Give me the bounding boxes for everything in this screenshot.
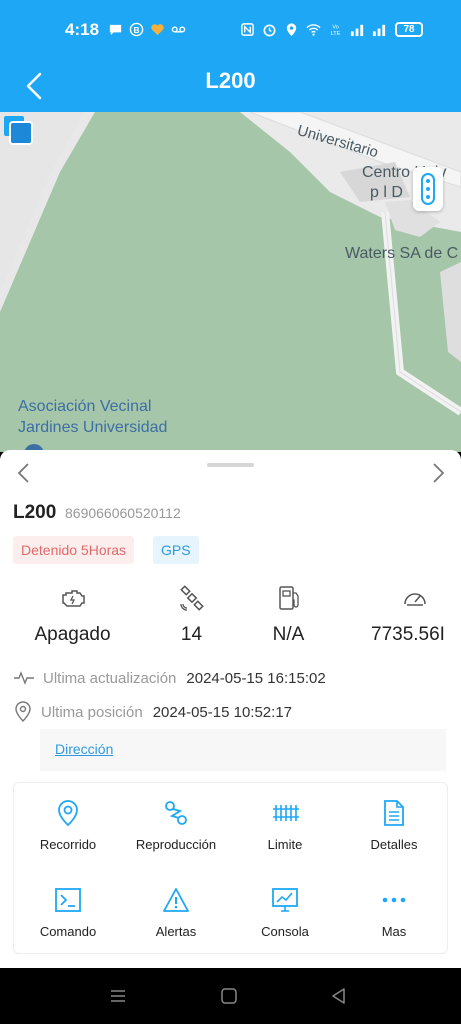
notification-icons: B — [108, 22, 186, 37]
satellite-icon — [179, 585, 204, 611]
speedometer-icon — [404, 593, 426, 606]
nfc-icon — [241, 23, 254, 36]
status-bar: 4:18 B Vo LTE 78 — [0, 0, 461, 60]
signal-icon — [350, 24, 364, 37]
action-comando[interactable]: Comando — [14, 886, 122, 956]
engine-icon — [61, 590, 85, 607]
metric-engine: Apagado — [15, 584, 130, 646]
last-position-label: Ultima posición — [41, 703, 143, 721]
signal2-icon — [372, 24, 386, 37]
voicemail-icon — [171, 26, 186, 33]
back-icon[interactable] — [329, 986, 349, 1006]
system-nav-bar — [0, 968, 461, 1024]
last-update-row: Ultima actualización 2024-05-15 16:15:02 — [13, 666, 326, 690]
action-label: Reproducción — [135, 837, 217, 852]
message-icon — [109, 24, 122, 36]
fuel-icon — [278, 586, 299, 610]
vehicle-name: L200 — [13, 502, 57, 523]
document-icon — [384, 800, 404, 826]
volte-icon: VoLTE — [331, 25, 341, 37]
map-label-waters: Waters SA de C — [345, 245, 459, 262]
action-label: Recorrido — [39, 837, 97, 852]
action-mas[interactable]: Mas — [340, 886, 448, 956]
engine-value: Apagado — [34, 624, 111, 645]
more-icon — [382, 897, 406, 903]
location-icon — [286, 23, 297, 37]
action-label: Mas — [381, 924, 407, 939]
app-bar: L200 — [0, 60, 461, 112]
recent-apps-icon[interactable] — [108, 986, 128, 1006]
terminal-icon — [55, 888, 81, 912]
traffic-button[interactable] — [413, 167, 443, 211]
route-icon — [165, 801, 187, 825]
action-alertas[interactable]: Alertas — [122, 886, 230, 956]
action-reproduccion[interactable]: Reproducción — [122, 799, 230, 869]
activity-icon — [14, 671, 34, 685]
action-detalles[interactable]: Detalles — [340, 799, 448, 869]
address-link[interactable]: Dirección — [55, 741, 113, 757]
action-label: Consola — [261, 924, 309, 939]
address-box: Dirección — [40, 729, 446, 771]
vehicle-imei: 869066060520112 — [65, 505, 181, 521]
b-icon: B — [129, 22, 144, 37]
action-label: Alertas — [155, 924, 197, 939]
location-pin-icon — [58, 800, 78, 827]
warning-icon — [163, 888, 189, 912]
action-consola[interactable]: Consola — [231, 886, 339, 956]
fence-icon — [273, 805, 299, 821]
last-position-row: Ultima posición 2024-05-15 10:52:17 — [13, 700, 292, 724]
traffic-light-icon — [421, 173, 435, 205]
last-position-value: 2024-05-15 10:52:17 — [152, 703, 293, 721]
home-icon[interactable] — [219, 986, 239, 1006]
page-title: L200 — [205, 68, 256, 93]
heart-icon — [151, 24, 164, 36]
map-label-asociacion-1: Asociación Vecinal — [18, 398, 152, 415]
svg-text:B: B — [133, 25, 139, 35]
map-label-asociacion-2: Jardines Universidad — [18, 419, 168, 436]
monitor-icon — [272, 888, 298, 912]
fuel-value: N/A — [272, 624, 305, 645]
svg-text:Vo: Vo — [332, 25, 339, 31]
last-update-label: Ultima actualización — [43, 669, 177, 687]
action-label: Comando — [39, 924, 97, 939]
status-time: 4:18 — [65, 20, 100, 39]
gps-badge: GPS — [153, 536, 199, 564]
drag-handle[interactable] — [207, 463, 254, 467]
metric-fuel: N/A — [231, 584, 346, 646]
action-limite[interactable]: Limite — [231, 799, 339, 869]
metric-odometer: 7735.56I — [365, 584, 461, 646]
wifi-icon — [306, 24, 321, 36]
action-label: Limite — [267, 837, 303, 852]
action-label: Detalles — [370, 837, 418, 852]
svg-text:LTE: LTE — [331, 31, 341, 37]
alarm-icon — [263, 24, 276, 37]
status-badge: Detenido 5Horas — [13, 536, 135, 564]
battery-indicator: 78 — [395, 22, 423, 37]
location-pin-outline-icon — [15, 701, 31, 722]
last-update-value: 2024-05-15 16:15:02 — [186, 669, 326, 687]
next-vehicle-icon[interactable] — [426, 460, 450, 486]
odometer-value: 7735.56I — [371, 624, 445, 645]
vehicle-detail-sheet: L200 869066060520112 Detenido 5Horas GPS… — [0, 450, 461, 968]
action-recorrido[interactable]: Recorrido — [14, 799, 122, 869]
action-grid: Recorrido Reproducción Limite Detalles C… — [13, 782, 448, 954]
layers-icon[interactable] — [0, 112, 36, 148]
map-label-centro2: p l D — [370, 184, 403, 201]
previous-vehicle-icon[interactable] — [12, 460, 36, 486]
system-icons: Vo LTE — [240, 22, 387, 37]
map-view[interactable]: Universitario Centro Univ p l D Waters S… — [0, 112, 461, 452]
